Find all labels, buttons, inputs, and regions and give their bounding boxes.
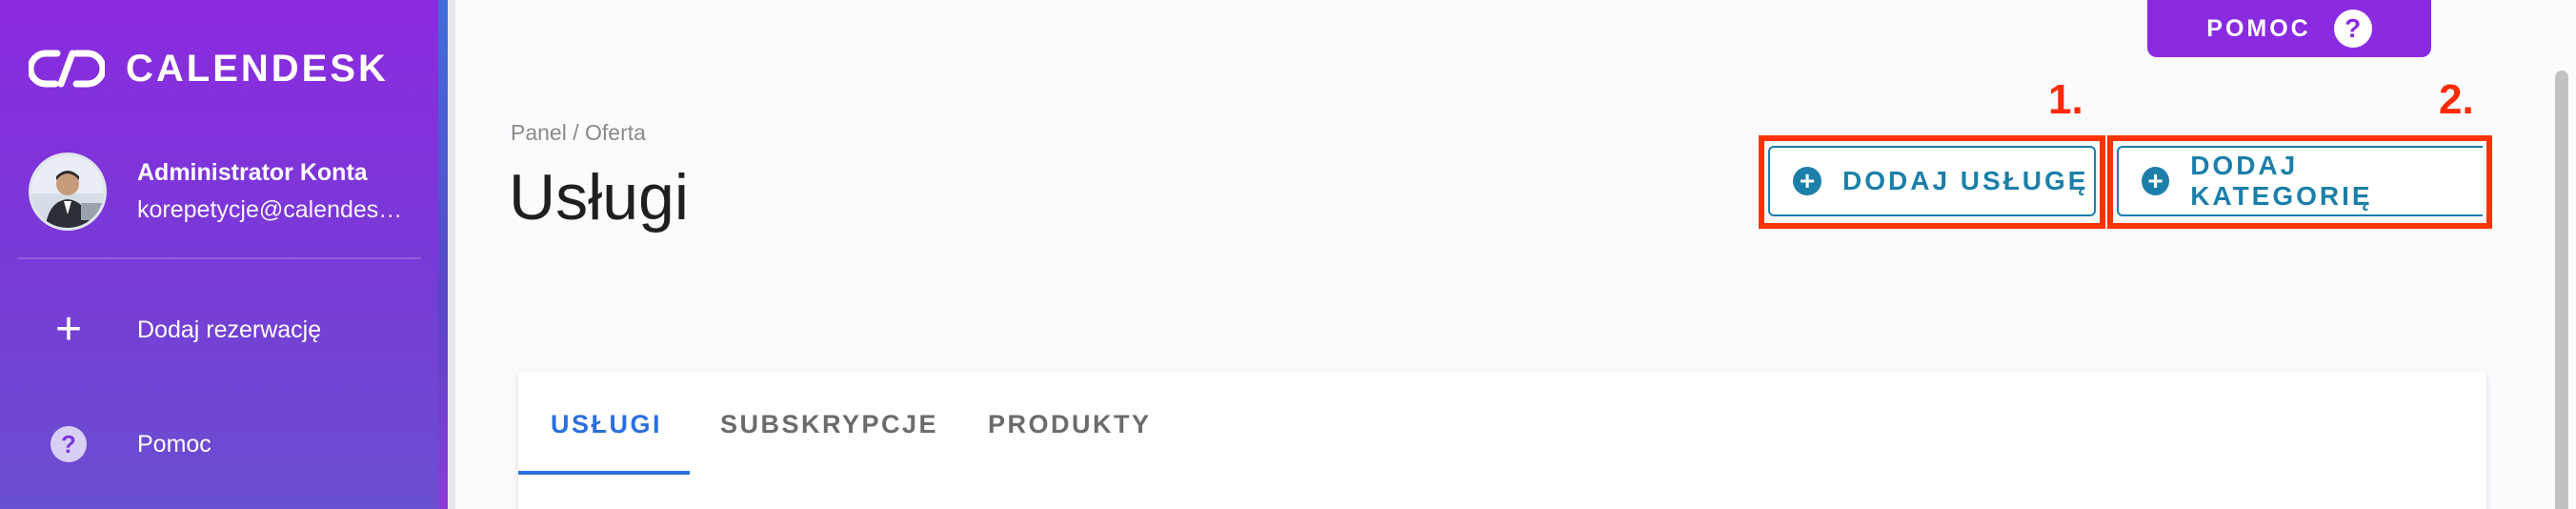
calendesk-logo-icon [29, 50, 105, 88]
sidebar-item-label: Dodaj rezerwację [137, 316, 322, 343]
add-category-button[interactable]: + DODAJ KATEGORIĘ [2117, 146, 2483, 216]
avatar [29, 153, 107, 231]
add-service-button[interactable]: + DODAJ USŁUGĘ [1768, 146, 2096, 216]
annotation-marker-2: 2. [2439, 76, 2474, 123]
sidebar-item-add-booking[interactable]: + Dodaj rezerwację [0, 296, 438, 363]
page-title: Usługi [509, 161, 689, 234]
user-email: korepetycje@calendesk.com [137, 196, 413, 223]
brand-name: CALENDESK [126, 47, 389, 90]
plus-circle-icon: + [1793, 167, 1821, 195]
user-name: Administrator Konta [137, 159, 368, 186]
breadcrumb: Panel / Oferta [511, 120, 646, 145]
sidebar-scroll-track [448, 0, 455, 509]
sidebar: CALENDESK Administrator Konta korepetycj… [0, 0, 438, 509]
help-icon: ? [50, 426, 87, 462]
add-category-label: DODAJ KATEGORIĘ [2190, 151, 2373, 211]
plus-circle-icon: + [2142, 167, 2170, 195]
plus-icon: + [54, 304, 83, 355]
user-profile[interactable]: Administrator Konta korepetycje@calendes… [29, 153, 413, 231]
tab-services[interactable]: USŁUGI [551, 410, 662, 439]
tabs-card: USŁUGI SUBSKRYPCJE PRODUKTY [518, 372, 2486, 509]
sidebar-edge [438, 0, 448, 509]
sidebar-item-label: Pomoc [137, 430, 211, 458]
annotation-marker-1: 1. [2048, 76, 2083, 123]
sidebar-item-help[interactable]: ? Pomoc [0, 411, 438, 478]
help-button[interactable]: POMOC ? [2147, 0, 2431, 57]
help-button-label: POMOC [2206, 14, 2311, 42]
page-scrollbar[interactable] [2555, 71, 2568, 509]
add-service-label: DODAJ USŁUGĘ [1842, 166, 2089, 195]
sidebar-divider [17, 257, 421, 259]
question-icon: ? [2333, 10, 2372, 48]
active-tab-indicator [518, 471, 690, 475]
brand-logo[interactable]: CALENDESK [29, 46, 389, 92]
tab-subscriptions[interactable]: SUBSKRYPCJE [720, 410, 938, 439]
tab-products[interactable]: PRODUKTY [988, 410, 1152, 439]
